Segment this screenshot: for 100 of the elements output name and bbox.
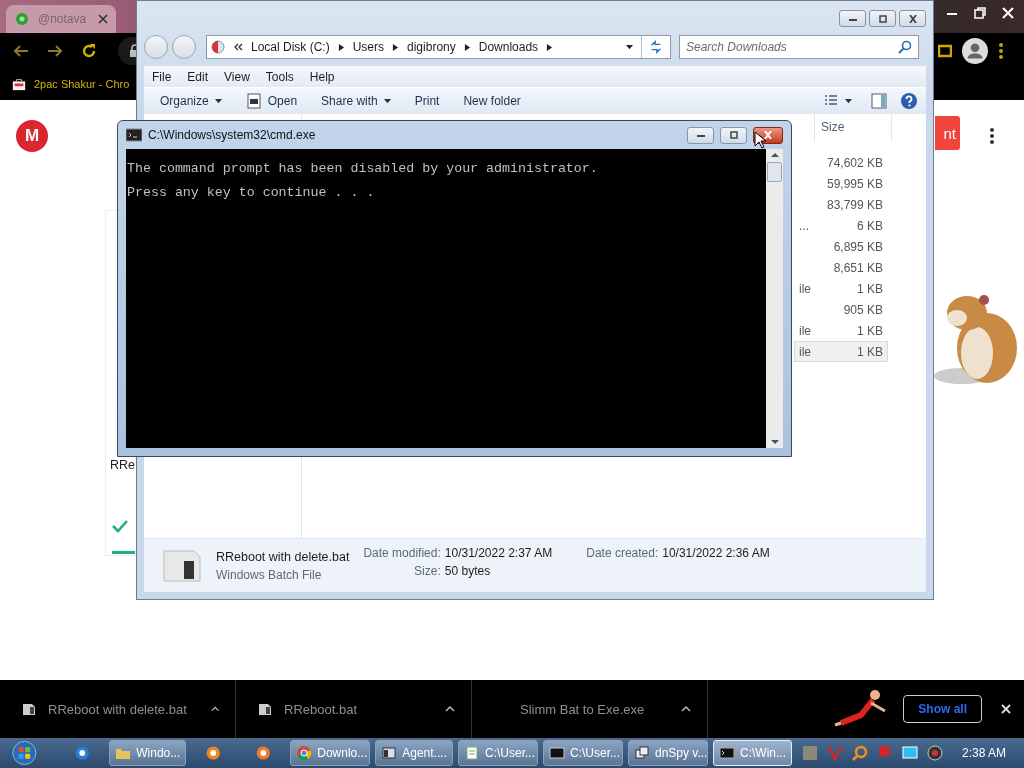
toolbar-button[interactable]: Open: [239, 93, 304, 110]
arrow-icon[interactable]: [337, 43, 345, 51]
bookmark-item[interactable]: 2pac Shakur - Chro: [34, 78, 130, 90]
reload-icon[interactable]: [80, 41, 98, 60]
search-icon[interactable]: [898, 40, 912, 55]
action-button[interactable]: nt: [935, 116, 960, 150]
caret-icon[interactable]: [681, 706, 691, 712]
taskbar-button[interactable]: dnSpy v...: [627, 740, 708, 766]
menu-item[interactable]: Edit: [179, 69, 217, 84]
file-row[interactable]: ile 1 KB: [794, 341, 888, 363]
menu-icon[interactable]: [998, 41, 1004, 60]
file-row[interactable]: ... 6 KB: [794, 215, 888, 237]
file-name: RReboot with delete.bat: [216, 549, 350, 564]
breadcrumb-item[interactable]: Local Disk (C:): [251, 40, 330, 55]
start-button[interactable]: [12, 738, 37, 768]
file-row[interactable]: 905 KB: [794, 299, 888, 321]
show-all-button[interactable]: Show all: [903, 695, 982, 723]
scroll-down-icon[interactable]: [770, 439, 779, 445]
monitor-icon[interactable]: [902, 745, 918, 761]
dropdown-icon[interactable]: [626, 43, 633, 51]
menu-item[interactable]: View: [216, 69, 258, 84]
file-row[interactable]: 59,995 KB: [794, 173, 888, 195]
close-icon[interactable]: [1000, 5, 1016, 21]
maximize-icon: [727, 131, 740, 139]
caret-icon[interactable]: [210, 706, 219, 712]
taskbar-button[interactable]: Agent....: [375, 740, 453, 766]
address-bar[interactable]: Local Disk (C:) Users digibrony Downloads: [206, 35, 671, 60]
file-row[interactable]: 6,895 KB: [794, 236, 888, 258]
extension-icon[interactable]: [938, 43, 952, 58]
toolbar-button[interactable]: Share with: [315, 94, 397, 109]
file-type: ile: [799, 281, 811, 296]
file-name: RRe: [110, 458, 135, 472]
arrow-icon[interactable]: [463, 43, 471, 51]
file-icon: [22, 702, 36, 716]
taskbar-button[interactable]: Windo...: [109, 740, 187, 766]
arrow-icon[interactable]: [546, 43, 554, 51]
check-icon: [112, 519, 128, 533]
restore-icon[interactable]: [972, 5, 988, 21]
search-field[interactable]: Search Downloads: [679, 35, 919, 60]
more-icon[interactable]: [989, 127, 995, 145]
scroll-thumb[interactable]: [767, 162, 782, 182]
file-size: 1 KB: [856, 344, 884, 359]
file-row[interactable]: ile 1 KB: [794, 320, 888, 342]
toolbar-button[interactable]: Organize: [154, 94, 228, 109]
property-label: Date modified:: [363, 546, 441, 561]
search-icon[interactable]: [852, 745, 868, 761]
app-icon[interactable]: [254, 743, 272, 763]
preview-pane-icon[interactable]: [870, 92, 888, 111]
file-icon: [245, 93, 262, 110]
file-size: 1 KB: [856, 323, 884, 338]
arrow-icon[interactable]: [392, 43, 400, 51]
breadcrumb-item[interactable]: digibrony: [407, 40, 456, 55]
menu-item[interactable]: Help: [301, 69, 343, 84]
windows-icon: [633, 745, 650, 761]
logo[interactable]: M: [16, 120, 48, 152]
property-label: Date created:: [586, 546, 659, 561]
menu-item[interactable]: Tools: [257, 69, 302, 84]
property-value: 10/31/2022 2:37 AM: [444, 546, 553, 561]
toolbar-button[interactable]: New folder: [457, 94, 527, 109]
property-value: 10/31/2022 2:36 AM: [662, 546, 770, 561]
progress-line: [112, 551, 135, 554]
minimize-button[interactable]: [687, 126, 714, 144]
window-icon: [381, 745, 398, 761]
clock[interactable]: 2:38 AM: [962, 746, 1006, 760]
batch-file-icon: [162, 548, 202, 583]
file-row[interactable]: ile 1 KB: [794, 278, 888, 300]
speaker-icon[interactable]: [927, 745, 943, 761]
column-header[interactable]: Size: [814, 114, 892, 143]
help-icon[interactable]: [900, 92, 918, 111]
breadcrumb-item[interactable]: Downloads: [478, 40, 539, 55]
file-row[interactable]: 8,651 KB: [794, 257, 888, 279]
refresh-icon: [649, 40, 663, 55]
file-size: 1 KB: [856, 281, 884, 296]
menu-item[interactable]: File: [144, 69, 180, 84]
tab-title: @notava: [38, 12, 88, 26]
file-size: 6 KB: [856, 218, 884, 233]
avatar-icon[interactable]: [962, 37, 988, 64]
app-icon[interactable]: [73, 743, 91, 763]
taskbar-button[interactable]: Downlo...: [290, 740, 371, 766]
property-label: Size:: [413, 564, 441, 579]
file-type: ...: [799, 218, 809, 233]
maximize-button[interactable]: [869, 10, 896, 27]
file-type: ile: [799, 344, 811, 359]
file-row[interactable]: 83,799 KB: [794, 194, 888, 216]
maximize-button[interactable]: [720, 126, 747, 144]
file-row[interactable]: 74,602 KB: [794, 152, 888, 174]
notepad-icon: [463, 745, 480, 761]
close-button[interactable]: [899, 10, 926, 27]
chrome-icon: [296, 745, 313, 761]
toolbar-button[interactable]: Print: [408, 94, 446, 109]
console-text: The command prompt has been disabled by your administrator.: [127, 160, 599, 178]
breadcrumb-item[interactable]: Users: [352, 40, 385, 55]
file-size: 83,799 KB: [825, 197, 884, 212]
caret-icon[interactable]: [445, 706, 455, 712]
scroll-up-icon[interactable]: [770, 152, 779, 158]
scrollbar[interactable]: [766, 149, 783, 448]
close-icon: [906, 14, 919, 23]
minimize-button[interactable]: [839, 10, 866, 27]
app-icon[interactable]: [205, 743, 222, 763]
chevron-icon[interactable]: [233, 43, 243, 52]
